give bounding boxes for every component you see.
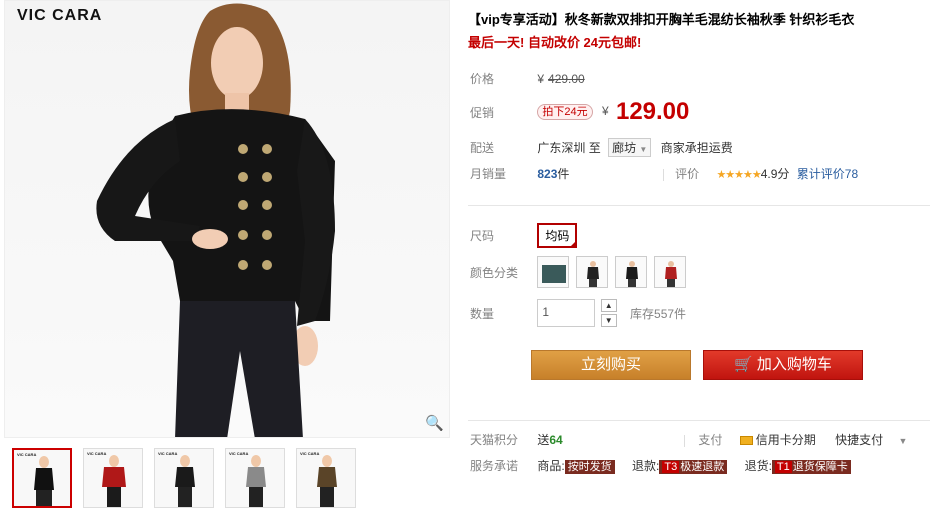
points-row: 天猫积分 送64 支付 信用卡分期 快捷支付 ▼ (470, 431, 907, 448)
color-swatch-4[interactable] (654, 256, 687, 288)
points-label: 天猫积分 (470, 433, 519, 447)
quantity-row: 数量 1 ▲ ▼ 库存557件 (470, 299, 686, 327)
original-price: 429.00 (548, 72, 585, 86)
promo-price-row: 促销 拍下24元 ¥ 129.00 (470, 98, 689, 126)
size-row: 尺码 均码 (470, 223, 578, 248)
brand-logo: VIC CARA (17, 7, 103, 24)
add-to-cart-button[interactable]: 🛒 加入购物车 (703, 350, 863, 380)
quantity-up-button[interactable]: ▲ (600, 299, 617, 312)
rating-score: 4.9分 (760, 167, 790, 181)
return-guarantee-badge[interactable]: T1 退货保障卡 (771, 460, 851, 474)
shipping-note: 商家承担运费 (660, 141, 733, 155)
price-label: 价格 (470, 72, 495, 86)
color-label: 颜色分类 (470, 265, 519, 280)
color-row: 颜色分类 (470, 256, 687, 288)
size-option-onesize[interactable]: 均码 (537, 223, 578, 248)
magnifier-icon[interactable]: 🔍 (425, 415, 444, 433)
ship-on-time-badge[interactable]: 按时发货 (564, 460, 615, 474)
add-to-cart-label: 加入购物车 (756, 356, 832, 373)
promo-text: 最后一天! 自动改价 24元包邮! (468, 35, 642, 50)
main-product-image[interactable]: VIC CARA 🔍 (4, 0, 450, 438)
thumbnail-5[interactable]: VIC CARA (296, 448, 356, 508)
promo-price: 129.00 (615, 98, 690, 125)
thumbnail-1[interactable]: VIC CARA (12, 448, 72, 508)
credit-card-icon (739, 436, 753, 446)
thumbnail-strip: VIC CARA VIC CARA VIC CARA VIC CARA VIC … (12, 448, 356, 508)
star-rating-icon: ★★★★★ (716, 169, 761, 181)
ship-to-word: 至 (588, 141, 601, 155)
cart-icon: 🛒 (734, 356, 753, 373)
ship-from: 广东深圳 (537, 141, 586, 155)
service-return: 退货: (744, 459, 772, 473)
chevron-down-icon: ▼ (639, 145, 648, 154)
service-row: 服务承诺 商品: 按时发货 退款: T3 极速退款 退货: T1 退货保障卡 (470, 457, 851, 474)
buy-now-button[interactable]: 立刻购买 (531, 350, 691, 380)
model-illustration (96, 3, 335, 437)
chevron-down-icon[interactable]: ▼ (898, 436, 907, 446)
promo-tag: 拍下24元 (537, 104, 593, 121)
quantity-input[interactable]: 1 (537, 299, 596, 327)
quantity-down-button[interactable]: ▼ (600, 314, 617, 327)
price-currency: ¥ (537, 72, 545, 86)
color-swatch-2[interactable] (576, 256, 609, 288)
service-label: 服务承诺 (470, 459, 519, 473)
sales-count: 823 (537, 167, 558, 181)
shipping-row: 配送 广东深圳 至 廊坊 ▼ 商家承担运费 (470, 138, 733, 157)
product-title: 【vip专享活动】秋冬新款双排扣开胸羊毛混纺长袖秋季 针织衫毛衣 (468, 12, 855, 27)
stock-text: 库存557件 (630, 306, 687, 321)
points-value: 64 (549, 433, 563, 447)
ship-to-select[interactable]: 廊坊 ▼ (608, 138, 652, 157)
points-send: 送 (537, 433, 550, 447)
sales-row: 月销量 823件 评价 ★★★★★4.9分 累计评价78 (470, 165, 858, 182)
color-swatches (537, 256, 687, 288)
sales-unit: 件 (557, 167, 570, 181)
size-label: 尺码 (470, 229, 495, 243)
fast-refund-badge[interactable]: T3 极速退款 (659, 460, 728, 474)
quantity-label: 数量 (470, 306, 495, 321)
color-swatch-3[interactable] (615, 256, 648, 288)
bottom-divider (468, 420, 930, 421)
pay-label: 支付 (698, 433, 723, 447)
section-divider (468, 205, 930, 206)
shipping-label: 配送 (470, 141, 495, 155)
thumbnail-2[interactable]: VIC CARA (83, 448, 143, 508)
product-gallery: VIC CARA 🔍 VIC CARA VIC CARA VIC CARA VI… (0, 0, 452, 521)
thumbnail-3[interactable]: VIC CARA (154, 448, 214, 508)
service-goods: 商品: (537, 459, 565, 473)
reviews-link[interactable]: 累计评价78 (797, 167, 858, 181)
color-swatch-1[interactable] (537, 256, 570, 288)
price-row: 价格 ¥429.00 (470, 70, 585, 87)
points-divider (684, 434, 686, 447)
sales-label: 月销量 (470, 167, 507, 181)
rating-label: 评价 (675, 167, 700, 181)
promo-currency: ¥ (601, 104, 609, 119)
promo-price-label: 促销 (470, 105, 495, 120)
service-refund: 退款: (632, 459, 660, 473)
thumbnail-4[interactable]: VIC CARA (225, 448, 285, 508)
sales-divider (662, 168, 664, 181)
quick-pay[interactable]: 快捷支付 (835, 433, 883, 447)
credit-installment[interactable]: 信用卡分期 (756, 433, 816, 447)
quantity-stepper: ▲ ▼ (600, 299, 617, 327)
